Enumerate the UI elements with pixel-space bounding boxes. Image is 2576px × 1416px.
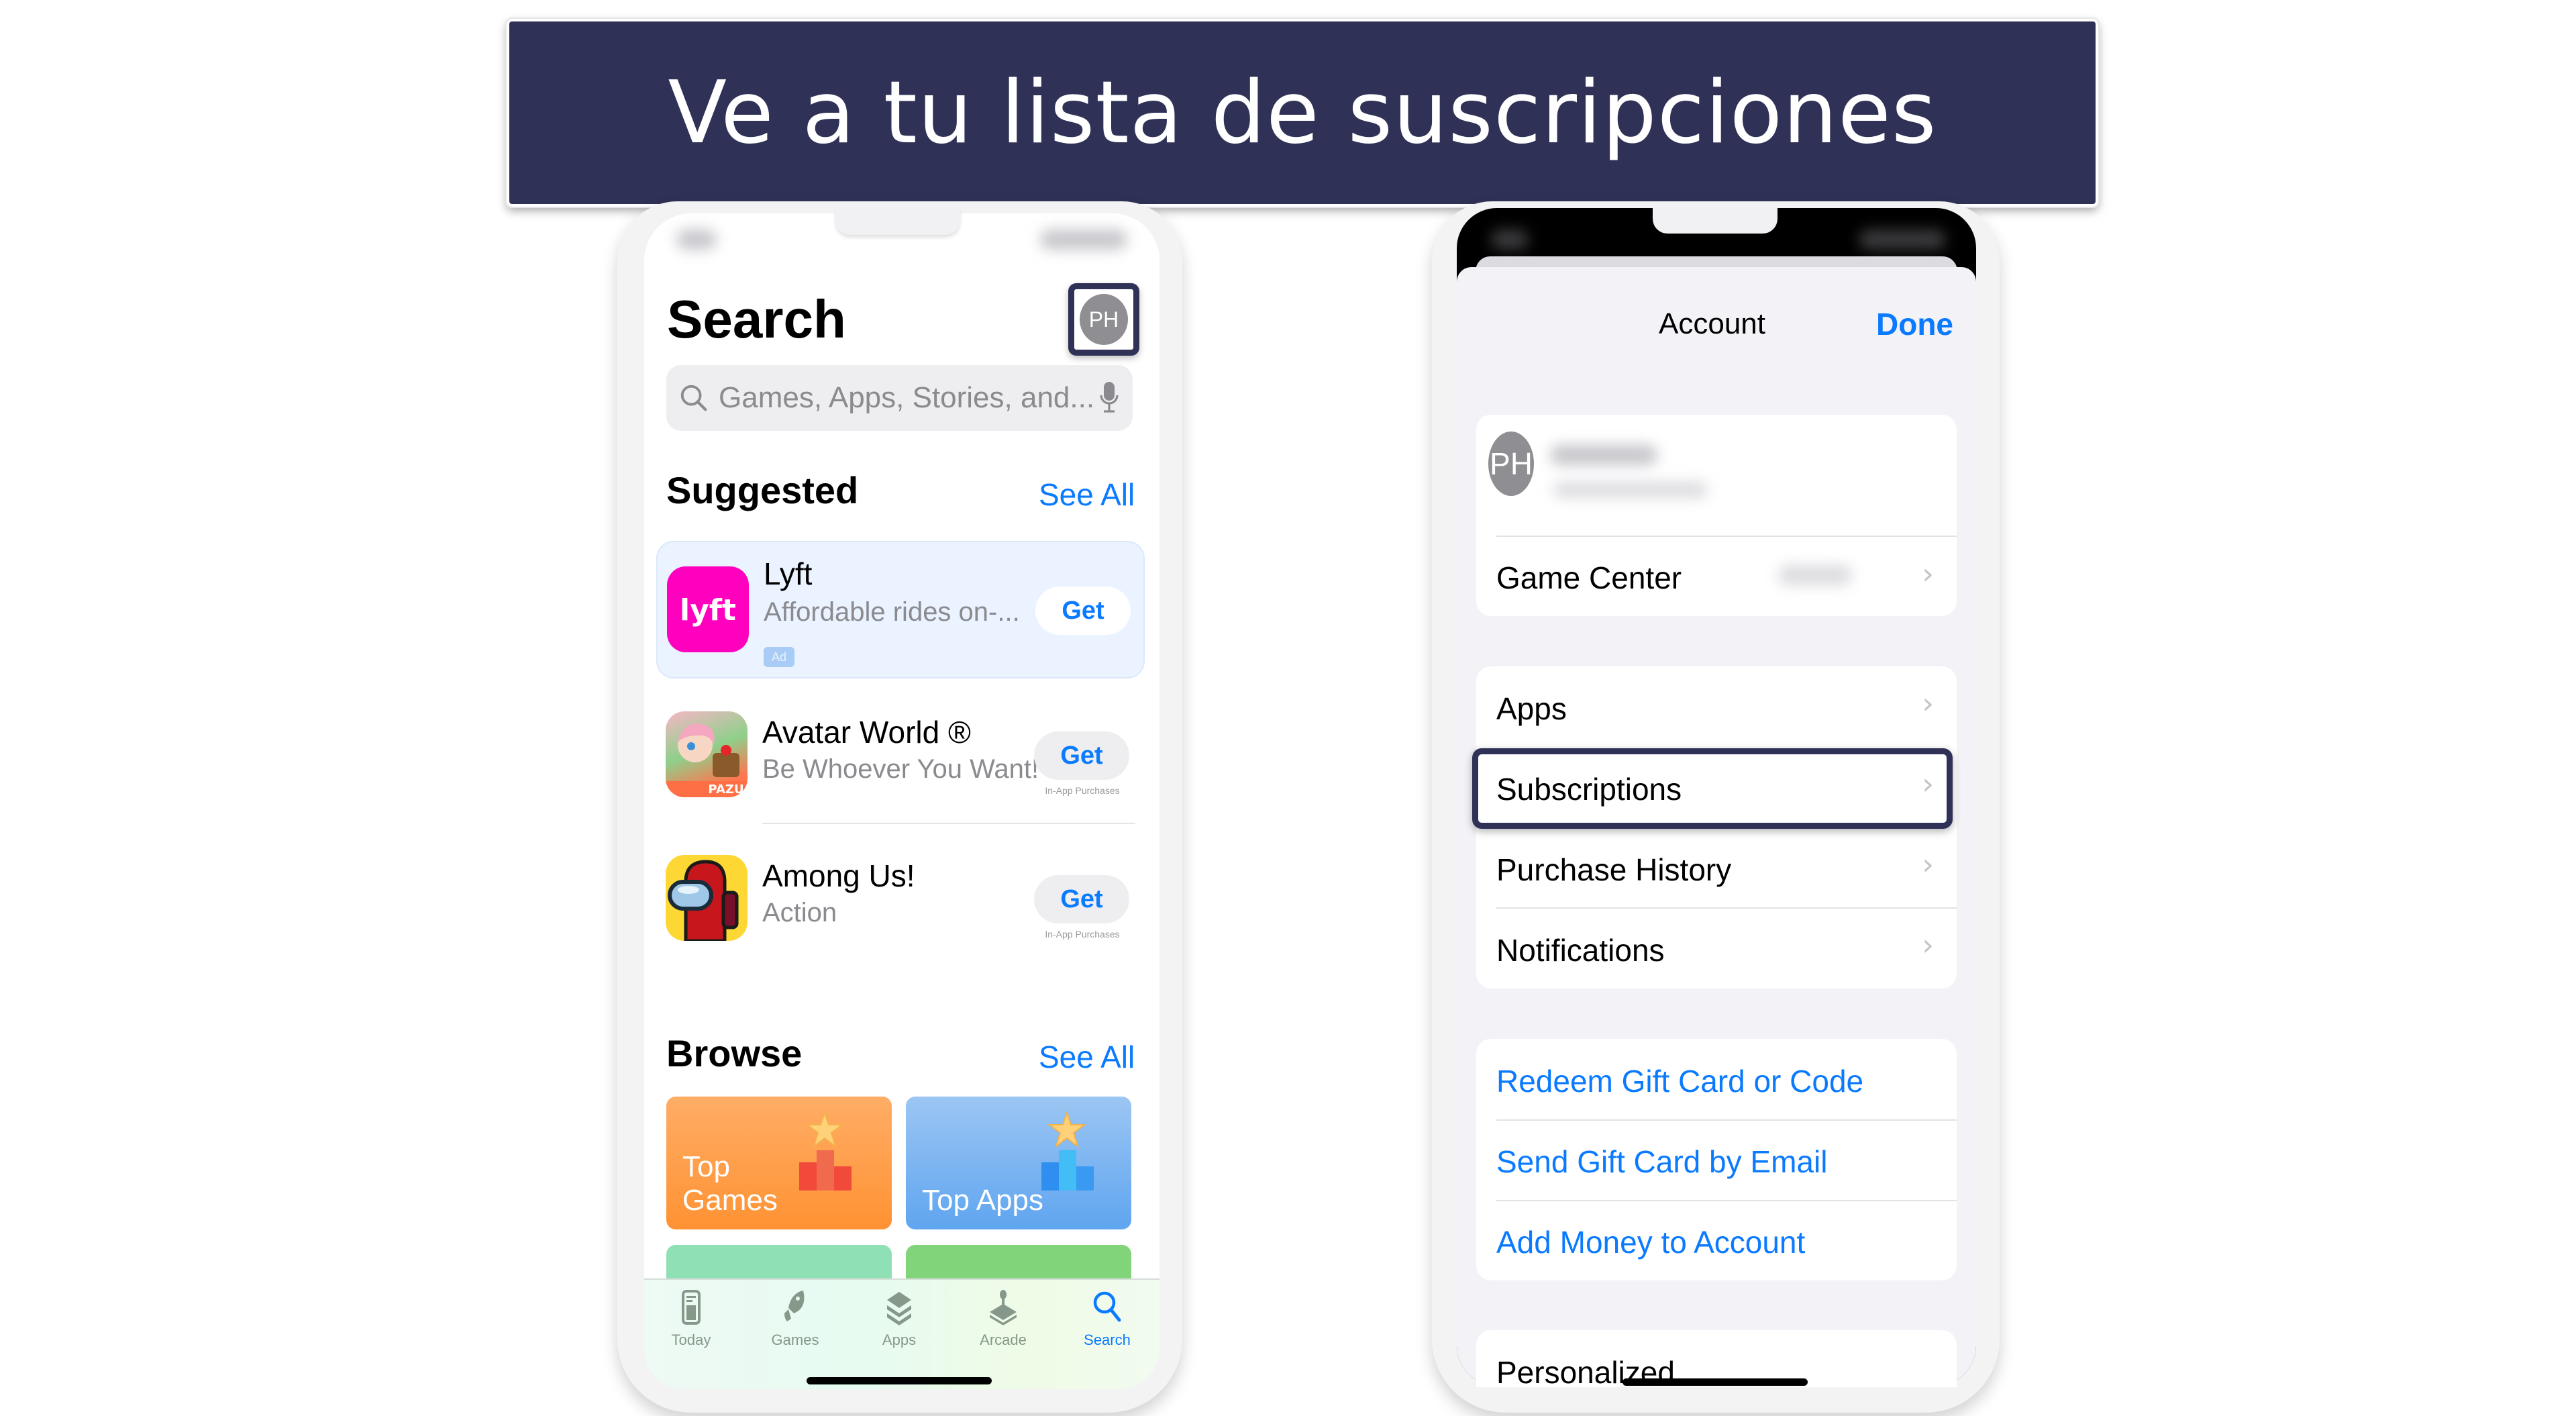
suggested-see-all-link[interactable]: See All [1039, 476, 1135, 513]
lyft-app-icon: lyft [667, 566, 749, 652]
profile-cell[interactable]: PH [1476, 415, 1957, 536]
account-email-blurred [1553, 482, 1708, 498]
avatar-world-app-icon: PAZU [666, 711, 748, 797]
today-icon [682, 1290, 701, 1325]
tab-games[interactable]: Games [745, 1289, 845, 1349]
cell-label: Redeem Gift Card or Code [1496, 1064, 1864, 1099]
ad-badge: Ad [764, 647, 794, 667]
instruction-banner: Ve a tu lista de suscripciones [505, 17, 2100, 208]
microphone-icon[interactable] [1098, 381, 1121, 415]
chevron-right-icon: › [1922, 687, 1934, 721]
cell-label: Add Money to Account [1496, 1225, 1806, 1260]
crewmate-icon [668, 860, 739, 941]
joystick-icon [990, 1290, 1017, 1325]
game-center-value-blurred [1778, 565, 1852, 585]
tab-label: Apps [882, 1331, 917, 1348]
in-app-purchases-note: In-App Purchases [1045, 785, 1120, 796]
browse-card-label: Top Games [682, 1150, 778, 1217]
app-name: Avatar World ® [762, 715, 971, 750]
lyft-logo-icon: lyft [680, 593, 736, 627]
app-list-item-among-us[interactable]: Among Us! Action Get In-App Purchases [656, 842, 1145, 979]
chevron-right-icon: › [1922, 848, 1934, 882]
avatar-world-illustration-icon: PAZU [666, 723, 748, 797]
home-indicator [1622, 1378, 1808, 1386]
menu-item-purchase-history[interactable]: Purchase History › [1476, 827, 1957, 908]
cell-label: Apps [1496, 691, 1567, 726]
search-input[interactable]: Games, Apps, Stories, and... [666, 365, 1133, 431]
tab-search[interactable]: Search [1057, 1289, 1157, 1349]
status-time-blurred [1491, 230, 1529, 250]
menu-item-notifications[interactable]: Notifications › [1476, 908, 1957, 989]
get-button-lyft[interactable]: Get [1035, 587, 1131, 635]
app-list-item-lyft[interactable]: lyft Lyft Affordable rides on-... Ad Get [656, 541, 1145, 678]
search-icon [680, 385, 707, 411]
podium-star-icon [799, 1111, 852, 1191]
account-avatar-button[interactable]: PH [1080, 294, 1128, 345]
search-icon [1093, 1291, 1121, 1322]
menu-item-apps[interactable]: Apps › [1476, 666, 1957, 747]
row-divider [762, 823, 1135, 824]
app-subtitle: Action [762, 898, 837, 927]
phone-notch [835, 208, 960, 235]
cell-label: Game Center [1496, 560, 1682, 595]
search-placeholder: Games, Apps, Stories, and... [719, 381, 1095, 414]
rocket-icon [784, 1291, 805, 1321]
app-name: Lyft [764, 556, 813, 591]
svg-text:lyft: lyft [680, 593, 736, 627]
account-avatar: PH [1488, 432, 1534, 496]
phone-notch [1653, 208, 1778, 234]
redeem-gift-card-link[interactable]: Redeem Gift Card or Code [1476, 1039, 1957, 1119]
sheet-title: Account [1659, 307, 1765, 340]
tab-today[interactable]: Today [641, 1289, 741, 1349]
app-list-item-avatar-world[interactable]: PAZU Avatar World ® Be Whoever You Want!… [656, 698, 1145, 836]
page-title: Search [667, 289, 846, 349]
tab-bar: Today Games Apps Arcade Search [644, 1278, 1160, 1389]
in-app-purchases-note: In-App Purchases [1045, 929, 1120, 940]
banner-title: Ve a tu lista de suscripciones [668, 62, 1937, 163]
tab-label: Games [771, 1331, 819, 1348]
profile-group: PH Game Center › [1476, 415, 1957, 616]
app-subtitle: Be Whoever You Want! [762, 754, 1039, 784]
layers-icon [887, 1292, 911, 1325]
tab-label: Search [1084, 1331, 1131, 1348]
gift-card-group: Redeem Gift Card or Code Send Gift Card … [1476, 1039, 1957, 1280]
account-avatar-highlight[interactable]: PH [1068, 283, 1139, 356]
done-button[interactable]: Done [1876, 306, 1953, 342]
browse-card-label: Top Apps [922, 1184, 1044, 1217]
status-icons-blurred [1040, 230, 1127, 250]
chevron-right-icon: › [1922, 928, 1934, 962]
tab-label: Arcade [980, 1331, 1027, 1348]
game-center-cell[interactable]: Game Center › [1476, 537, 1957, 616]
app-name: Among Us! [762, 858, 915, 893]
tab-arcade[interactable]: Arcade [953, 1289, 1053, 1349]
status-time-blurred [676, 230, 717, 250]
svg-text:PAZU: PAZU [708, 782, 743, 797]
suggested-heading: Suggested [666, 469, 859, 511]
chevron-right-icon: › [1922, 557, 1934, 591]
browse-card-top-apps[interactable]: Top Apps [906, 1097, 1131, 1229]
get-button-avatar-world[interactable]: Get [1034, 731, 1129, 780]
browse-card-top-games[interactable]: Top Games [666, 1097, 892, 1229]
home-indicator [807, 1377, 992, 1384]
among-us-app-icon [666, 855, 748, 941]
get-button-among-us[interactable]: Get [1034, 875, 1129, 923]
browse-heading: Browse [666, 1032, 803, 1074]
subscriptions-highlight-box [1472, 748, 1953, 829]
cell-label: Purchase History [1496, 852, 1732, 887]
send-gift-card-link[interactable]: Send Gift Card by Email [1476, 1121, 1957, 1200]
cell-label: Send Gift Card by Email [1496, 1144, 1828, 1179]
browse-see-all-link[interactable]: See All [1039, 1039, 1135, 1075]
tab-apps[interactable]: Apps [849, 1289, 949, 1349]
add-money-link[interactable]: Add Money to Account [1476, 1201, 1957, 1280]
app-subtitle: Affordable rides on-... [764, 597, 1020, 627]
cell-label: Notifications [1496, 933, 1665, 968]
podium-star-icon [1041, 1111, 1094, 1191]
tab-label: Today [671, 1331, 711, 1348]
status-icons-blurred [1859, 230, 1946, 250]
account-name-blurred [1550, 445, 1657, 465]
